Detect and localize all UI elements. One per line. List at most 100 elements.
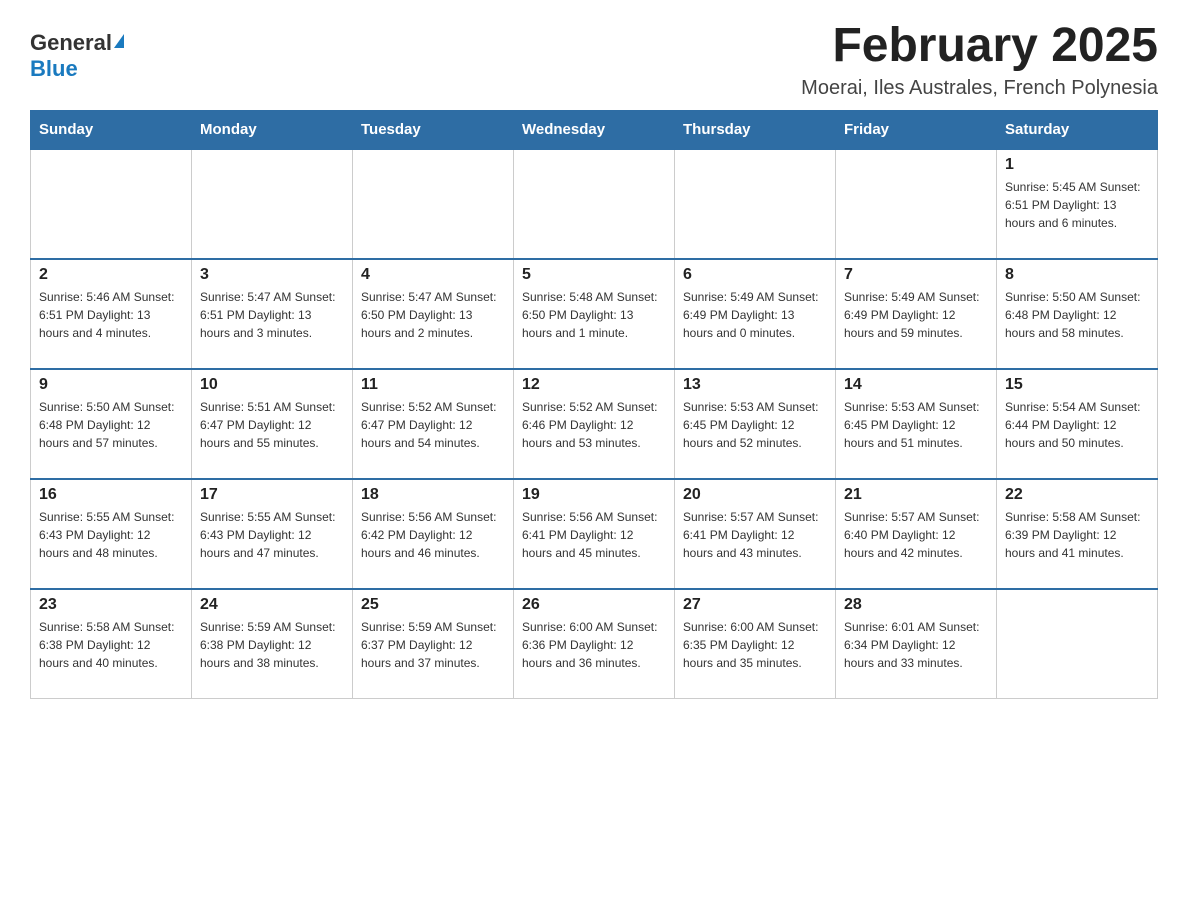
day-number: 16: [39, 486, 183, 504]
day-info: Sunrise: 5:57 AM Sunset: 6:40 PM Dayligh…: [844, 508, 988, 562]
day-info: Sunrise: 5:58 AM Sunset: 6:39 PM Dayligh…: [1005, 508, 1149, 562]
logo: General Blue: [30, 20, 124, 82]
day-info: Sunrise: 5:51 AM Sunset: 6:47 PM Dayligh…: [200, 398, 344, 452]
calendar-cell: 14 Sunrise: 5:53 AM Sunset: 6:45 PM Dayli…: [836, 369, 997, 479]
day-info: Sunrise: 5:50 AM Sunset: 6:48 PM Dayligh…: [1005, 288, 1149, 342]
calendar-cell: 19Sunrise: 5:56 AM Sunset: 6:41 PM Dayli…: [514, 479, 675, 589]
day-number: 22: [1005, 486, 1149, 504]
day-number: 25: [361, 596, 505, 614]
day-number: 11: [361, 376, 505, 394]
day-number: 3: [200, 266, 344, 284]
page-header: General Blue February 2025 Moerai, Iles …: [30, 20, 1158, 100]
calendar-header-monday: Monday: [192, 110, 353, 149]
day-number: 17: [200, 486, 344, 504]
logo-general: General: [30, 30, 112, 56]
day-number: 5: [522, 266, 666, 284]
calendar-cell: [514, 149, 675, 259]
logo-blue: Blue: [30, 56, 78, 82]
day-number: 27: [683, 596, 827, 614]
day-info: Sunrise: 5:47 AM Sunset: 6:51 PM Dayligh…: [200, 288, 344, 342]
month-title: February 2025: [801, 20, 1158, 73]
day-info: Sunrise: 5:52 AM Sunset: 6:46 PM Dayligh…: [522, 398, 666, 452]
day-number: 10: [200, 376, 344, 394]
day-info: Sunrise: 5:53 AM Sunset: 6:45 PM Dayligh…: [844, 398, 988, 452]
day-info: Sunrise: 5:53 AM Sunset: 6:45 PM Dayligh…: [683, 398, 827, 452]
day-info: Sunrise: 5:59 AM Sunset: 6:38 PM Dayligh…: [200, 618, 344, 672]
calendar-week-row-5: 23 Sunrise: 5:58 AM Sunset: 6:38 PM Dayli…: [31, 589, 1158, 699]
day-info: Sunrise: 5:48 AM Sunset: 6:50 PM Dayligh…: [522, 288, 666, 342]
day-number: 21: [844, 486, 988, 504]
calendar-header-thursday: Thursday: [675, 110, 836, 149]
calendar-header-tuesday: Tuesday: [353, 110, 514, 149]
calendar-cell: 24 Sunrise: 5:59 AM Sunset: 6:38 PM Dayli…: [192, 589, 353, 699]
calendar-cell: [997, 589, 1158, 699]
calendar-header-saturday: Saturday: [997, 110, 1158, 149]
calendar-week-row-2: 2Sunrise: 5:46 AM Sunset: 6:51 PM Daylig…: [31, 259, 1158, 369]
day-number: 7: [844, 266, 988, 284]
calendar-cell: 7 Sunrise: 5:49 AM Sunset: 6:49 PM Daylig…: [836, 259, 997, 369]
day-number: 1: [1005, 156, 1149, 174]
calendar-week-row-1: 1 Sunrise: 5:45 AM Sunset: 6:51 PM Daylig…: [31, 149, 1158, 259]
day-number: 19: [522, 486, 666, 504]
calendar-cell: 11 Sunrise: 5:52 AM Sunset: 6:47 PM Dayli…: [353, 369, 514, 479]
day-number: 13: [683, 376, 827, 394]
calendar-cell: 4Sunrise: 5:47 AM Sunset: 6:50 PM Daylig…: [353, 259, 514, 369]
calendar-week-row-4: 16 Sunrise: 5:55 AM Sunset: 6:43 PM Dayli…: [31, 479, 1158, 589]
day-info: Sunrise: 5:49 AM Sunset: 6:49 PM Dayligh…: [683, 288, 827, 342]
day-info: Sunrise: 5:59 AM Sunset: 6:37 PM Dayligh…: [361, 618, 505, 672]
calendar-cell: 23 Sunrise: 5:58 AM Sunset: 6:38 PM Dayli…: [31, 589, 192, 699]
logo-triangle-icon: [114, 34, 124, 48]
day-info: Sunrise: 5:45 AM Sunset: 6:51 PM Dayligh…: [1005, 178, 1149, 232]
calendar-cell: 9 Sunrise: 5:50 AM Sunset: 6:48 PM Daylig…: [31, 369, 192, 479]
day-info: Sunrise: 6:00 AM Sunset: 6:36 PM Dayligh…: [522, 618, 666, 672]
day-info: Sunrise: 5:49 AM Sunset: 6:49 PM Dayligh…: [844, 288, 988, 342]
calendar-cell: 13 Sunrise: 5:53 AM Sunset: 6:45 PM Dayli…: [675, 369, 836, 479]
calendar-week-row-3: 9 Sunrise: 5:50 AM Sunset: 6:48 PM Daylig…: [31, 369, 1158, 479]
calendar-cell: [353, 149, 514, 259]
day-number: 6: [683, 266, 827, 284]
day-number: 20: [683, 486, 827, 504]
day-info: Sunrise: 5:50 AM Sunset: 6:48 PM Dayligh…: [39, 398, 183, 452]
calendar-cell: 1 Sunrise: 5:45 AM Sunset: 6:51 PM Daylig…: [997, 149, 1158, 259]
calendar-cell: 20 Sunrise: 5:57 AM Sunset: 6:41 PM Dayli…: [675, 479, 836, 589]
calendar-cell: 26 Sunrise: 6:00 AM Sunset: 6:36 PM Dayli…: [514, 589, 675, 699]
day-info: Sunrise: 5:58 AM Sunset: 6:38 PM Dayligh…: [39, 618, 183, 672]
day-number: 12: [522, 376, 666, 394]
day-info: Sunrise: 6:01 AM Sunset: 6:34 PM Dayligh…: [844, 618, 988, 672]
day-info: Sunrise: 5:55 AM Sunset: 6:43 PM Dayligh…: [39, 508, 183, 562]
calendar-cell: 22 Sunrise: 5:58 AM Sunset: 6:39 PM Dayli…: [997, 479, 1158, 589]
calendar-table: SundayMondayTuesdayWednesdayThursdayFrid…: [30, 110, 1158, 700]
calendar-cell: [31, 149, 192, 259]
calendar-header-row: SundayMondayTuesdayWednesdayThursdayFrid…: [31, 110, 1158, 149]
calendar-cell: 25 Sunrise: 5:59 AM Sunset: 6:37 PM Dayli…: [353, 589, 514, 699]
day-info: Sunrise: 5:52 AM Sunset: 6:47 PM Dayligh…: [361, 398, 505, 452]
day-info: Sunrise: 5:57 AM Sunset: 6:41 PM Dayligh…: [683, 508, 827, 562]
calendar-cell: 28 Sunrise: 6:01 AM Sunset: 6:34 PM Dayli…: [836, 589, 997, 699]
calendar-cell: 15Sunrise: 5:54 AM Sunset: 6:44 PM Dayli…: [997, 369, 1158, 479]
day-number: 24: [200, 596, 344, 614]
calendar-cell: [192, 149, 353, 259]
calendar-cell: 21 Sunrise: 5:57 AM Sunset: 6:40 PM Dayli…: [836, 479, 997, 589]
day-number: 28: [844, 596, 988, 614]
day-info: Sunrise: 5:55 AM Sunset: 6:43 PM Dayligh…: [200, 508, 344, 562]
day-number: 9: [39, 376, 183, 394]
calendar-cell: 3 Sunrise: 5:47 AM Sunset: 6:51 PM Daylig…: [192, 259, 353, 369]
calendar-cell: 12 Sunrise: 5:52 AM Sunset: 6:46 PM Dayli…: [514, 369, 675, 479]
day-number: 18: [361, 486, 505, 504]
calendar-cell: 10 Sunrise: 5:51 AM Sunset: 6:47 PM Dayli…: [192, 369, 353, 479]
calendar-cell: 2Sunrise: 5:46 AM Sunset: 6:51 PM Daylig…: [31, 259, 192, 369]
calendar-cell: [836, 149, 997, 259]
calendar-cell: 17 Sunrise: 5:55 AM Sunset: 6:43 PM Dayli…: [192, 479, 353, 589]
calendar-header-wednesday: Wednesday: [514, 110, 675, 149]
calendar-cell: [675, 149, 836, 259]
day-number: 23: [39, 596, 183, 614]
day-info: Sunrise: 5:54 AM Sunset: 6:44 PM Dayligh…: [1005, 398, 1149, 452]
day-info: Sunrise: 5:46 AM Sunset: 6:51 PM Dayligh…: [39, 288, 183, 342]
calendar-cell: 6 Sunrise: 5:49 AM Sunset: 6:49 PM Daylig…: [675, 259, 836, 369]
day-number: 26: [522, 596, 666, 614]
day-number: 14: [844, 376, 988, 394]
calendar-cell: 5 Sunrise: 5:48 AM Sunset: 6:50 PM Daylig…: [514, 259, 675, 369]
calendar-header-sunday: Sunday: [31, 110, 192, 149]
title-area: February 2025 Moerai, Iles Australes, Fr…: [801, 20, 1158, 100]
day-info: Sunrise: 5:56 AM Sunset: 6:42 PM Dayligh…: [361, 508, 505, 562]
